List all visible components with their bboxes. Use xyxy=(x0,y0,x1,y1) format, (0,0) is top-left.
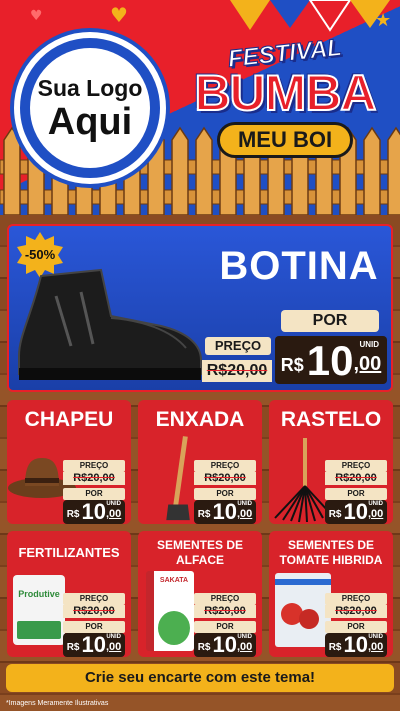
currency: R$ xyxy=(66,509,80,520)
product-card-fertilizantes: FERTILIZANTES Produtive PREÇO R$20,00 PO… xyxy=(7,531,131,657)
product-name-line-1: SEMENTES DE xyxy=(287,538,374,552)
preco-label: PREÇO xyxy=(194,593,256,605)
lettuce-seeds-image: SAKATA xyxy=(146,571,194,651)
title-meu-boi: MEU BOI xyxy=(216,122,354,158)
price-tags: PREÇO R$20,00 POR R$ 10 ,00 UNID xyxy=(325,593,387,657)
price-int: 10 xyxy=(81,499,106,524)
disclaimer-note: *Imagens Meramente Ilustrativas xyxy=(6,700,109,707)
header-banner: ♥ ★ ♥ Sua Logo Aqui FESTIVAL BUMBA MEU B… xyxy=(0,0,400,215)
price-cents: ,00 xyxy=(236,641,253,653)
old-price: R$20,00 xyxy=(194,472,256,485)
price-tags: PREÇO R$20,00 POR R$ 10 ,00 UNID xyxy=(63,460,125,524)
price-int: 10 xyxy=(212,632,237,657)
price-int: 10 xyxy=(343,499,368,524)
price-tags: PREÇO R$20,00 POR R$ 10 ,00 UNID xyxy=(194,593,256,657)
seed-brand: SAKATA xyxy=(159,577,189,584)
hero-unit: UNID xyxy=(359,340,379,349)
unit: UNID xyxy=(368,634,383,640)
logo-inner: Sua Logo Aqui xyxy=(30,48,150,168)
hero-preco-label: PREÇO xyxy=(205,337,271,355)
old-price: R$20,00 xyxy=(63,605,125,618)
price-cents: ,00 xyxy=(367,508,384,520)
old-price: R$20,00 xyxy=(194,605,256,618)
svg-text:★: ★ xyxy=(375,10,391,31)
fertilizer-bag-image: Produtive xyxy=(13,575,65,645)
price: R$ 10 ,00 UNID xyxy=(194,500,256,524)
old-price: R$20,00 xyxy=(63,472,125,485)
bag-brand: Produtive xyxy=(18,589,60,599)
hero-currency: R$ xyxy=(280,355,304,375)
currency: R$ xyxy=(197,642,211,653)
currency: R$ xyxy=(328,509,342,520)
preco-label: PREÇO xyxy=(194,460,256,472)
logo-line-1: Sua Logo xyxy=(37,74,143,101)
price: R$ 10 ,00 UNID xyxy=(63,500,125,524)
currency: R$ xyxy=(197,509,211,520)
price: R$ 10 ,00 UNID xyxy=(63,633,125,657)
logo-placeholder: Sua Logo Aqui xyxy=(14,32,166,184)
hero-price-cents: ,00 xyxy=(353,353,382,375)
price-tags: PREÇO R$20,00 POR R$ 10 ,00 UNID xyxy=(63,593,125,657)
product-name-line-2: TOMATE HIBRIDA xyxy=(279,553,383,567)
price: R$ 10 ,00 UNID xyxy=(325,633,387,657)
boot-image xyxy=(18,268,202,380)
product-name-line-1: SEMENTES DE xyxy=(156,538,243,552)
product-name: ENXADA xyxy=(155,408,245,431)
tomato-seeds-image xyxy=(275,573,331,647)
product-card-rastelo: RASTELO PREÇO R$20,00 POR R$ 10 ,00 UNID xyxy=(269,400,393,524)
hero-old-price: R$20,00 xyxy=(202,360,272,382)
unit: UNID xyxy=(106,501,121,507)
price-cents: ,00 xyxy=(367,641,384,653)
festival-title: FESTIVAL BUMBA MEU BOI xyxy=(178,34,392,170)
preco-label: PREÇO xyxy=(63,593,125,605)
currency: R$ xyxy=(66,642,80,653)
product-card-sementes-alface: SEMENTES DE ALFACE SAKATA PREÇO R$20,00 … xyxy=(138,531,262,657)
price-cents: ,00 xyxy=(105,641,122,653)
product-card-chapeu: CHAPEU PREÇO R$20,00 POR R$ 10 ,00 UNID xyxy=(7,400,131,524)
unit: UNID xyxy=(237,634,252,640)
svg-text:♥: ♥ xyxy=(110,3,128,27)
hero-product-card: -50% BOTINA PREÇO R$20,00 POR R$ 10 ,00 … xyxy=(7,224,393,392)
price-cents: ,00 xyxy=(105,508,122,520)
price: R$ 10 ,00 UNID xyxy=(325,500,387,524)
rake-image xyxy=(274,438,330,523)
unit: UNID xyxy=(106,634,121,640)
hero-por-label: POR xyxy=(281,310,379,332)
product-name: FERTILIZANTES xyxy=(18,545,120,560)
unit: UNID xyxy=(368,501,383,507)
unit: UNID xyxy=(237,501,252,507)
price-int: 10 xyxy=(212,499,237,524)
hero-price-int: 10 xyxy=(306,337,354,384)
currency: R$ xyxy=(328,642,342,653)
cta-banner[interactable]: Crie seu encarte com este tema! xyxy=(6,664,394,692)
logo-line-2: Aqui xyxy=(47,100,133,143)
price-int: 10 xyxy=(343,632,368,657)
hero-price: R$ 10 ,00 UNID xyxy=(275,336,387,384)
price-tags: PREÇO R$20,00 POR R$ 10 ,00 UNID xyxy=(325,460,387,524)
preco-label: PREÇO xyxy=(325,460,387,472)
preco-label: PREÇO xyxy=(325,593,387,605)
product-card-sementes-tomate: SEMENTES DE TOMATE HIBRIDA PREÇO R$20,00… xyxy=(269,531,393,657)
old-price: R$20,00 xyxy=(325,472,387,485)
product-card-enxada: ENXADA PREÇO R$20,00 POR R$ 10 ,00 UNID xyxy=(138,400,262,524)
product-name: RASTELO xyxy=(280,408,382,431)
price-tags: PREÇO R$20,00 POR R$ 10 ,00 UNID xyxy=(194,460,256,524)
old-price: R$20,00 xyxy=(325,605,387,618)
product-name: CHAPEU xyxy=(24,408,114,431)
product-name-line-2: ALFACE xyxy=(176,553,224,567)
price-cents: ,00 xyxy=(236,508,253,520)
svg-text:♥: ♥ xyxy=(30,8,43,24)
price-int: 10 xyxy=(81,632,106,657)
price: R$ 10 ,00 UNID xyxy=(194,633,256,657)
preco-label: PREÇO xyxy=(63,460,125,472)
hero-product-name: BOTINA xyxy=(219,244,379,288)
